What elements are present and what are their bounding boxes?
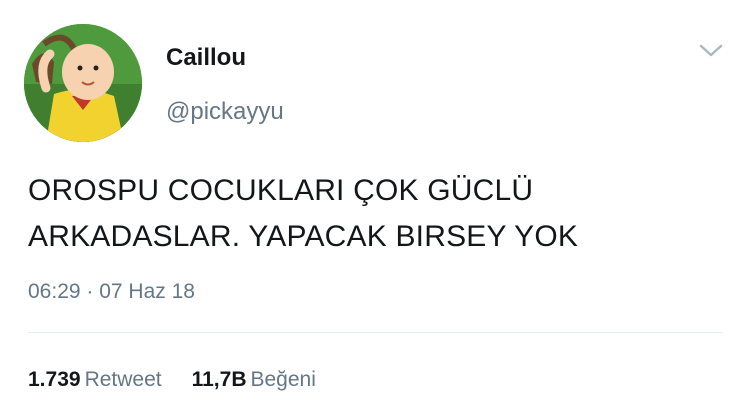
- like-count: 11,7B: [191, 368, 247, 391]
- like-label: Beğeni: [250, 368, 316, 391]
- user-handle[interactable]: @pickayyu: [166, 98, 284, 126]
- tweet-text-line: ARKADASLAR. YAPACAK BIRSEY YOK: [28, 220, 579, 253]
- retweet-label: Retweet: [84, 368, 162, 391]
- avatar[interactable]: [24, 24, 142, 142]
- tweet-timestamp[interactable]: 06:29 · 07 Haz 18: [28, 280, 195, 304]
- tweet-stats: 1.739 Retweet 11,7B Beğeni: [28, 368, 316, 392]
- tweet-text: OROSPU COCUKLARI ÇOK GÜCLÜ ARKADASLAR. Y…: [28, 168, 578, 260]
- like-stat[interactable]: 11,7B Beğeni: [192, 368, 316, 392]
- chevron-down-icon[interactable]: [698, 40, 724, 60]
- avatar-image: [24, 24, 142, 142]
- divider: [28, 332, 723, 333]
- user-name[interactable]: Caillou: [166, 44, 246, 72]
- tweet-text-line: OROSPU COCUKLARI ÇOK GÜCLÜ: [28, 174, 534, 207]
- retweet-count: 1.739: [28, 368, 81, 391]
- retweet-stat[interactable]: 1.739 Retweet: [28, 368, 162, 392]
